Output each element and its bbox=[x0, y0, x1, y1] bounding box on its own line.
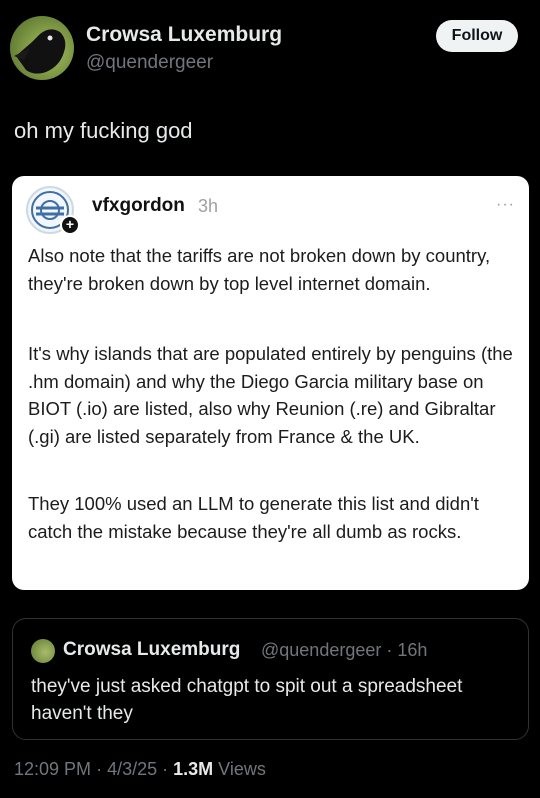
embedded-username: vfxgordon bbox=[92, 195, 185, 216]
crow-avatar-icon[interactable] bbox=[10, 16, 74, 80]
more-options-icon: ··· bbox=[496, 196, 515, 213]
tweet-text: oh my fucking god bbox=[14, 118, 193, 143]
follow-plus-icon: + bbox=[60, 215, 80, 235]
embedded-time: 3h bbox=[198, 196, 219, 216]
author-name[interactable]: Crowsa Luxemburg bbox=[86, 23, 282, 47]
quoted-tweet[interactable]: Crowsa Luxemburg @quendergeer · 16h they… bbox=[12, 618, 529, 740]
tweet-time: 12:09 PM bbox=[14, 759, 92, 779]
views-label: Views bbox=[218, 759, 266, 779]
quoted-handle-time: @quendergeer · 16h bbox=[261, 640, 428, 660]
embedded-paragraph-1: Also note that the tariffs are not broke… bbox=[28, 245, 491, 294]
quoted-author-name: Crowsa Luxemburg bbox=[63, 639, 241, 660]
tweet-date: 4/3/25 bbox=[107, 759, 158, 779]
quoted-avatar-icon bbox=[31, 639, 55, 663]
embedded-screenshot: + vfxgordon 3h ··· Also note that the ta… bbox=[12, 176, 529, 590]
embedded-paragraph-2: It's why islands that are populated enti… bbox=[28, 343, 513, 447]
views-count: 1.3M bbox=[173, 759, 214, 779]
author-handle[interactable]: @quendergeer bbox=[86, 52, 213, 74]
tweet-meta: 12:09 PM · 4/3/25 · 1.3M Views bbox=[14, 759, 266, 779]
tweet-header: Crowsa Luxemburg @quendergeer Follow bbox=[10, 14, 530, 80]
follow-button[interactable]: Follow bbox=[436, 20, 518, 52]
embedded-paragraph-3: They 100% used an LLM to generate this l… bbox=[28, 493, 479, 542]
quoted-text: they've just asked chatgpt to spit out a… bbox=[31, 676, 463, 724]
